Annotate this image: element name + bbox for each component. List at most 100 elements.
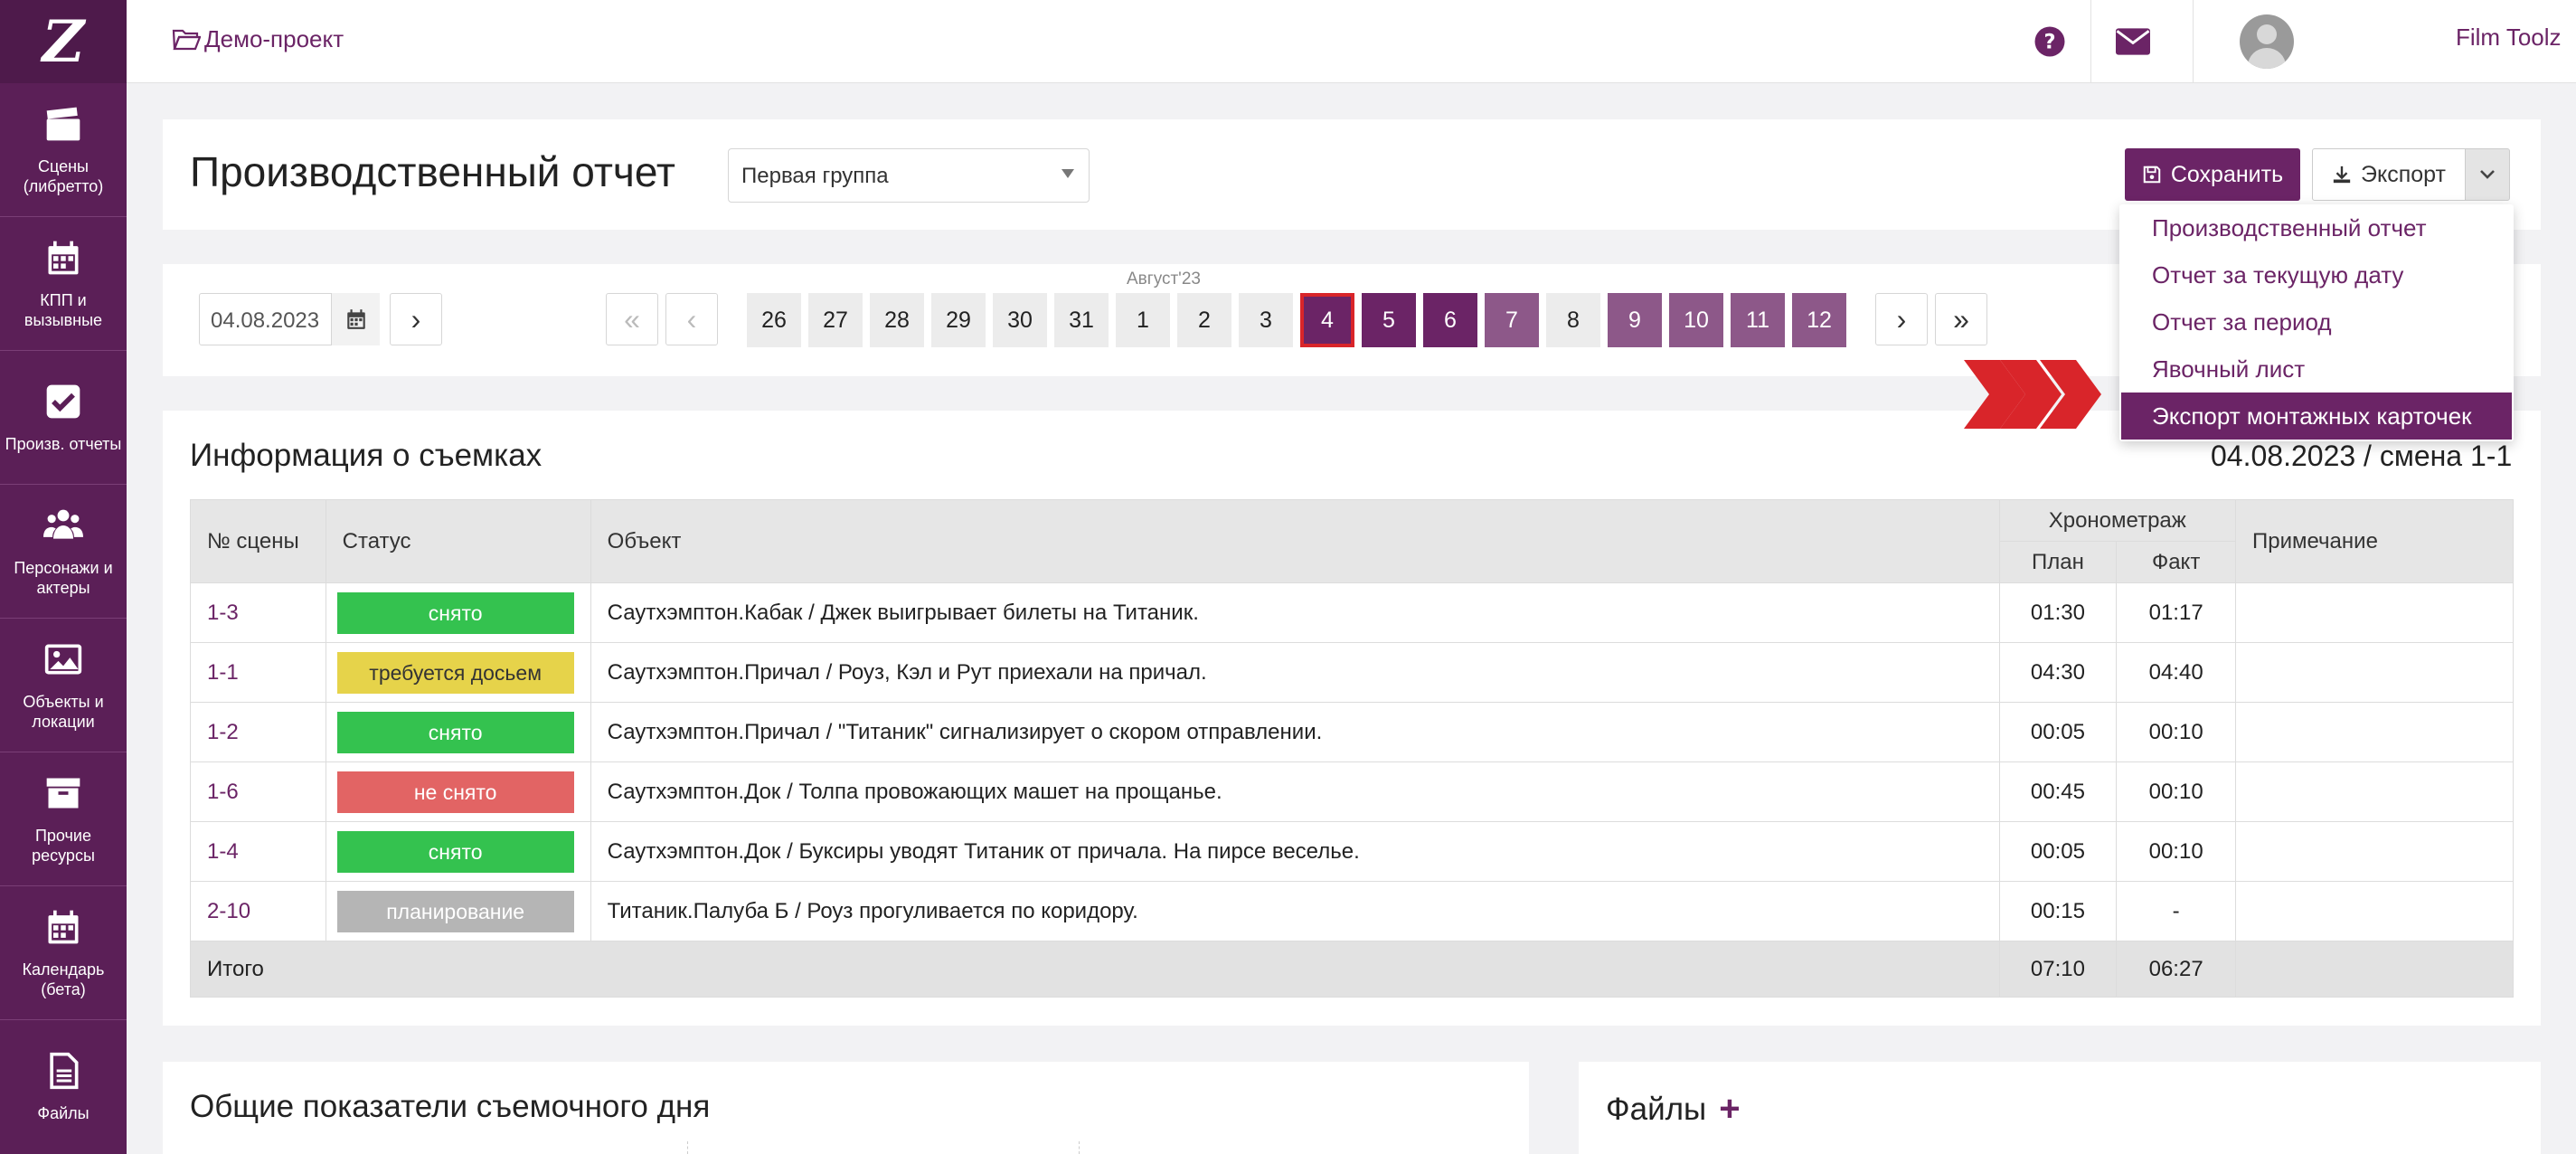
scene-link[interactable]: 1-3 xyxy=(190,582,326,643)
day-button[interactable]: 26 xyxy=(747,293,801,347)
day-stats-title: Общие показатели съемочного дня xyxy=(190,1089,711,1124)
divider xyxy=(687,1141,688,1154)
table-row: 1-6 не снято Саутхэмптон.Док / Толпа про… xyxy=(190,761,2514,822)
table-row: 1-3 снято Саутхэмптон.Кабак / Джек выигр… xyxy=(190,582,2514,643)
divider xyxy=(1079,1141,1080,1154)
day-button[interactable]: 2 xyxy=(1177,293,1231,347)
app-logo[interactable]: Z xyxy=(0,0,127,83)
fact-cell: 00:10 xyxy=(2116,702,2236,762)
table-row: 1-4 снято Саутхэмптон.Док / Буксиры увод… xyxy=(190,821,2514,882)
object-cell: Саутхэмптон.Причал / "Титаник" сигнализи… xyxy=(590,702,2000,762)
next-page-button[interactable]: › xyxy=(1875,293,1928,345)
user-name[interactable]: Film Toolz xyxy=(2456,24,2562,52)
fact-cell: 00:10 xyxy=(2116,821,2236,882)
note-cell[interactable] xyxy=(2235,761,2514,822)
sidebar-item-files[interactable]: Файлы xyxy=(0,1020,127,1154)
sidebar-item-scenes[interactable]: Сцены (либретто) xyxy=(0,83,127,217)
sidebar-item-reports[interactable]: Произв. отчеты xyxy=(0,351,127,485)
day-button[interactable]: 3 xyxy=(1239,293,1293,347)
day-button[interactable]: 8 xyxy=(1546,293,1600,347)
scene-link[interactable]: 1-6 xyxy=(190,761,326,822)
table-row: 1-2 снято Саутхэмптон.Причал / "Титаник"… xyxy=(190,702,2514,762)
sidebar-item-locations[interactable]: Объекты и локации xyxy=(0,619,127,752)
object-cell: Титаник.Палуба Б / Роуз прогуливается по… xyxy=(590,881,2000,941)
export-menu-production-report[interactable]: Производственный отчет xyxy=(2119,204,2514,251)
date-shift-label: 04.08.2023 / смена 1-1 xyxy=(2211,440,2513,472)
day-button[interactable]: 31 xyxy=(1054,293,1109,347)
status-badge[interactable]: снято xyxy=(336,830,574,873)
object-cell: Саутхэмптон.Кабак / Джек выигрывает биле… xyxy=(590,582,2000,643)
svg-text:?: ? xyxy=(2043,31,2055,54)
fact-cell: 01:17 xyxy=(2116,582,2236,643)
day-button[interactable]: 29 xyxy=(931,293,986,347)
total-label: Итого xyxy=(190,941,2000,998)
export-dropdown-toggle[interactable] xyxy=(2465,148,2510,201)
export-menu: Производственный отчет Отчет за текущую … xyxy=(2119,204,2514,441)
status-badge[interactable]: снято xyxy=(336,711,574,753)
status-badge[interactable]: не снято xyxy=(336,771,574,813)
fact-cell: - xyxy=(2116,881,2236,941)
note-cell[interactable] xyxy=(2235,642,2514,703)
sidebar-item-call-sheets[interactable]: КПП и вызывные xyxy=(0,217,127,351)
day-button[interactable]: 28 xyxy=(870,293,924,347)
next-date-button[interactable]: › xyxy=(390,293,442,345)
save-button[interactable]: Сохранить xyxy=(2125,148,2300,201)
day-button[interactable]: 11 xyxy=(1731,293,1785,347)
col-status[interactable]: Статус xyxy=(325,499,591,583)
calendar-icon xyxy=(346,309,365,329)
export-menu-period[interactable]: Отчет за период xyxy=(2119,298,2514,345)
sidebar-item-resources[interactable]: Прочие ресурсы xyxy=(0,752,127,886)
user-menu[interactable] xyxy=(2240,0,2294,83)
users-icon xyxy=(43,509,83,539)
project-link[interactable]: Демо-проект xyxy=(172,25,344,53)
status-badge[interactable]: требуется досьем xyxy=(336,651,574,694)
sidebar-item-characters[interactable]: Персонажи и актеры xyxy=(0,485,127,619)
col-scene-no[interactable]: № сцены xyxy=(190,499,326,583)
day-button[interactable]: 30 xyxy=(993,293,1047,347)
folder-open-icon xyxy=(172,29,201,50)
status-badge[interactable]: планирование xyxy=(336,890,574,932)
calendar-button[interactable] xyxy=(331,293,380,345)
day-button[interactable]: 6 xyxy=(1423,293,1477,347)
last-page-button[interactable]: » xyxy=(1935,293,1987,345)
month-label: Август'23 xyxy=(1127,270,1201,288)
export-menu-current-date[interactable]: Отчет за текущую дату xyxy=(2119,251,2514,298)
help-icon: ? xyxy=(2034,26,2065,57)
scene-link[interactable]: 1-4 xyxy=(190,821,326,882)
group-select[interactable]: Первая группа xyxy=(728,148,1090,203)
first-page-button[interactable]: « xyxy=(606,293,658,345)
table-row: 2-10 планирование Титаник.Палуба Б / Роу… xyxy=(190,881,2514,941)
day-button[interactable]: 9 xyxy=(1608,293,1662,347)
day-button-selected[interactable]: 4 xyxy=(1300,293,1354,347)
day-button[interactable]: 5 xyxy=(1362,293,1416,347)
export-menu-attendance[interactable]: Явочный лист xyxy=(2119,345,2514,393)
day-button[interactable]: 7 xyxy=(1485,293,1539,347)
help-button[interactable]: ? xyxy=(2015,0,2085,83)
export-button[interactable]: Экспорт xyxy=(2312,148,2466,201)
messages-button[interactable] xyxy=(2092,0,2174,83)
sidebar-item-calendar[interactable]: Календарь (бета) xyxy=(0,886,127,1020)
scene-link[interactable]: 1-2 xyxy=(190,702,326,762)
status-badge[interactable]: снято xyxy=(336,591,574,634)
scene-link[interactable]: 2-10 xyxy=(190,881,326,941)
export-menu-editing-cards[interactable]: Экспорт монтажных карточек xyxy=(2121,393,2512,440)
shooting-table: № сцены Статус Объект Хронометраж Примеч… xyxy=(190,499,2514,998)
object-cell: Саутхэмптон.Док / Толпа провожающих маше… xyxy=(590,761,2000,822)
prev-page-button[interactable]: ‹ xyxy=(665,293,718,345)
day-button[interactable]: 10 xyxy=(1669,293,1723,347)
day-button[interactable]: 12 xyxy=(1792,293,1846,347)
file-icon xyxy=(50,1052,79,1090)
scene-link[interactable]: 1-1 xyxy=(190,642,326,703)
note-cell[interactable] xyxy=(2235,702,2514,762)
top-bar: Демо-проект ? Film Toolz RU xyxy=(127,0,2576,83)
note-cell[interactable] xyxy=(2235,821,2514,882)
day-button[interactable]: 27 xyxy=(808,293,863,347)
day-button[interactable]: 1 xyxy=(1116,293,1170,347)
sidebar: Z Сцены (либретто) КПП и вызывные Произв… xyxy=(0,0,127,1154)
col-object[interactable]: Объект xyxy=(590,499,2000,583)
note-cell[interactable] xyxy=(2235,582,2514,643)
note-cell[interactable] xyxy=(2235,881,2514,941)
add-file-button[interactable]: + xyxy=(1719,1089,1740,1130)
plan-cell: 01:30 xyxy=(1998,582,2118,643)
files-title-row: Файлы + xyxy=(1606,1089,1741,1130)
